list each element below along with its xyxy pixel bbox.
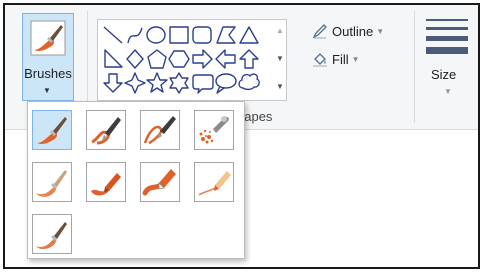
watercolor-brush-icon [36,222,67,250]
rectangle-shape[interactable] [169,26,189,44]
brushes-button[interactable]: Brushes ▼ [22,13,74,101]
brush-icon [37,117,67,144]
fill-label: Fill [332,52,349,67]
chevron-down-icon: ▼ [376,27,385,36]
calligraphy-pen-icon [143,116,176,145]
fill-bucket-icon [313,53,327,67]
up-arrow-shape[interactable] [239,49,259,69]
polygon-shape[interactable] [216,26,236,44]
oil-brush-option[interactable] [32,162,72,202]
watercolor-brush-option[interactable] [32,214,72,254]
calligraphy-brush-2-option[interactable] [140,110,180,150]
natural-pencil-option[interactable] [194,162,234,202]
shapes-gallery[interactable]: ▲ ▼ ▼ [97,19,287,101]
rounded-rectangle-shape[interactable] [192,26,212,44]
four-point-star-shape[interactable] [124,72,146,94]
oval-callout-shape[interactable] [215,73,237,94]
gallery-scrollbar[interactable]: ▲ ▼ ▼ [274,20,286,100]
pentagon-shape[interactable] [147,49,167,69]
chevron-down-icon: ▼ [43,86,51,95]
chevron-down-icon: ▼ [444,87,452,96]
line-shape[interactable] [103,26,123,44]
brushes-label: Brushes [24,66,72,81]
size-label: Size [431,67,457,82]
outline-pencil-icon [312,24,327,39]
triangle-shape[interactable] [239,26,259,44]
scroll-up-icon[interactable]: ▲ [276,26,284,35]
outline-label: Outline [332,24,374,39]
crayon-icon [91,173,121,196]
calligraphy-pen-icon [91,117,121,145]
right-arrow-shape[interactable] [192,49,213,69]
marker-icon [142,169,176,196]
airbrush-icon [199,116,229,144]
paint-window: Brushes ▼ ▲ ▼ ▼ Outline ▼ Fill ▼ hapes S… [3,3,480,269]
size-lines-icon [426,19,468,60]
down-arrow-shape[interactable] [103,73,123,93]
airbrush-option[interactable] [194,110,234,150]
brush-icon [30,20,66,56]
outline-button[interactable]: Outline ▼ [312,23,384,39]
brush-option[interactable] [32,110,72,150]
shapes-grid [103,26,260,94]
hexagon-shape[interactable] [168,50,190,68]
cloud-callout-shape[interactable] [238,73,260,91]
pencil-icon [198,171,231,196]
crayon-option[interactable] [86,162,126,202]
right-triangle-shape[interactable] [104,49,123,68]
calligraphy-brush-1-option[interactable] [86,110,126,150]
scroll-down-icon[interactable]: ▼ [276,54,284,63]
chevron-down-icon: ▼ [351,55,360,64]
gallery-expand-icon[interactable]: ▼ [276,82,284,91]
rounded-callout-shape[interactable] [192,74,214,94]
diamond-shape[interactable] [126,49,144,69]
oil-brush-icon [36,170,67,197]
fill-button[interactable]: Fill ▼ [312,51,360,67]
oval-shape[interactable] [146,26,166,44]
divider [414,11,415,123]
left-arrow-shape[interactable] [215,49,236,69]
five-point-star-shape[interactable] [146,72,168,93]
marker-option[interactable] [140,162,180,202]
curve-shape[interactable] [127,27,143,44]
brushes-dropdown [27,101,245,259]
six-point-star-shape[interactable] [169,72,189,94]
